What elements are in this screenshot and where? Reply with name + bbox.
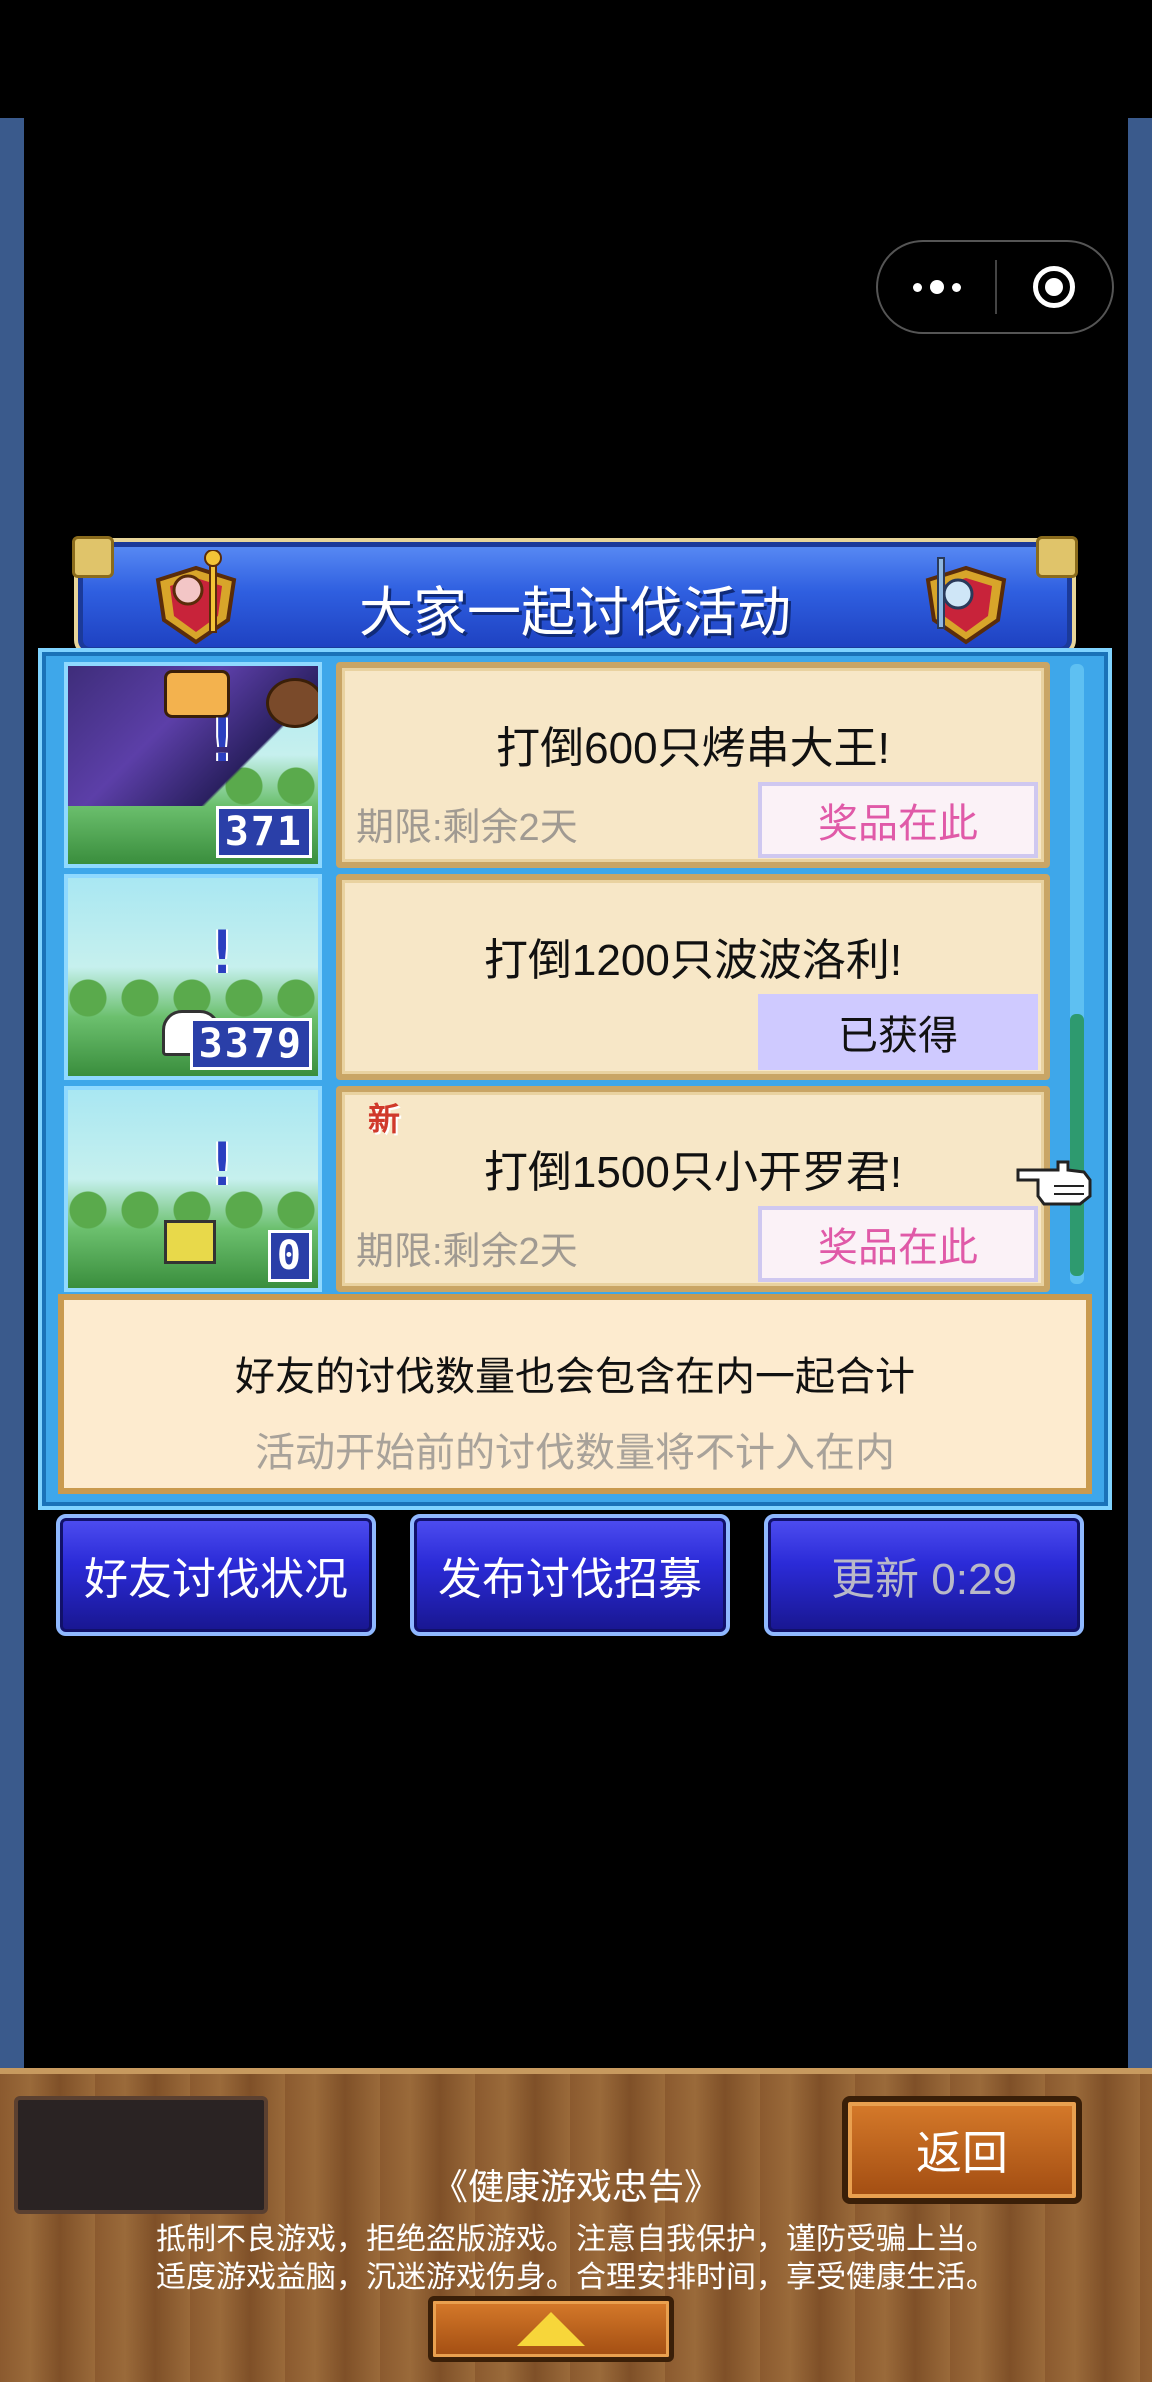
new-badge: 新 bbox=[368, 1101, 401, 1137]
alert-marker: ! bbox=[204, 918, 241, 988]
more-dots-icon[interactable] bbox=[878, 242, 995, 332]
mission-row: ! 0 新 打倒1500只小开罗君! 期限:剩余2天 奖品在此 bbox=[64, 1086, 1096, 1292]
left-border bbox=[0, 118, 24, 2068]
recruit-button[interactable]: 发布讨伐招募 bbox=[410, 1514, 730, 1636]
mission-thumbnail: ! 0 bbox=[64, 1086, 322, 1292]
refresh-button[interactable]: 更新 0:29 bbox=[764, 1514, 1084, 1636]
footer-bar: 返回 《健康游戏忠告》 抵制不良游戏，拒绝盗版游戏。注意自我保护，谨防受骗上当。… bbox=[0, 2068, 1152, 2382]
mission-thumbnail: ! 3379 bbox=[64, 874, 322, 1080]
up-arrow-button[interactable] bbox=[428, 2296, 674, 2362]
kill-count: 371 bbox=[215, 806, 312, 858]
mission-row: ! 371 打倒600只烤串大王! 期限:剩余2天 奖品在此 bbox=[64, 662, 1096, 868]
mission-panel: ! 371 打倒600只烤串大王! 期限:剩余2天 奖品在此 ! 3379 打倒… bbox=[38, 648, 1112, 1510]
mission-title: 打倒1500只小开罗君! bbox=[483, 1148, 903, 1197]
info-line-friends: 好友的讨伐数量也会包含在内一起合计 bbox=[235, 1355, 915, 1399]
scrollbar-thumb[interactable] bbox=[1070, 1014, 1084, 1276]
mission-deadline: 期限:剩余2天 bbox=[356, 1231, 578, 1273]
claim-reward-button[interactable]: 奖品在此 bbox=[758, 782, 1038, 858]
up-arrow-icon bbox=[517, 2312, 585, 2346]
health-advice-title: 《健康游戏忠告》 bbox=[431, 2166, 720, 2207]
mission-deadline: 期限:剩余2天 bbox=[356, 807, 578, 849]
meat-skewer-sprite bbox=[266, 678, 318, 728]
mission-row: ! 3379 打倒1200只波波洛利! 已获得 bbox=[64, 874, 1096, 1080]
kairo-kun-sprite bbox=[164, 1220, 216, 1264]
kill-count: 3379 bbox=[189, 1018, 312, 1070]
info-box: 好友的讨伐数量也会包含在内一起合计 活动开始前的讨伐数量将不计入在内 bbox=[58, 1294, 1092, 1494]
event-title-banner: 大家一起讨伐活动 bbox=[72, 536, 1078, 656]
mission-card: 打倒600只烤串大王! 期限:剩余2天 奖品在此 bbox=[336, 662, 1050, 868]
mission-title: 打倒600只烤串大王! bbox=[496, 724, 890, 773]
info-line-note: 活动开始前的讨伐数量将不计入在内 bbox=[255, 1431, 895, 1475]
mission-card: 打倒1200只波波洛利! 已获得 bbox=[336, 874, 1050, 1080]
alert-marker: ! bbox=[204, 1130, 241, 1200]
hand-pointer-icon bbox=[1016, 1160, 1092, 1206]
mission-card: 新 打倒1500只小开罗君! 期限:剩余2天 奖品在此 bbox=[336, 1086, 1050, 1292]
health-advice-line: 适度游戏益脑，沉迷游戏伤身。合理安排时间，享受健康生活。 bbox=[156, 2261, 996, 2294]
shield-emblem-icon bbox=[925, 557, 1007, 645]
right-border bbox=[1128, 118, 1152, 2068]
reward-obtained-badge: 已获得 bbox=[758, 994, 1038, 1070]
friend-status-button[interactable]: 好友讨伐状况 bbox=[56, 1514, 376, 1636]
target-close-icon[interactable] bbox=[997, 242, 1112, 332]
mission-thumbnail: ! 371 bbox=[64, 662, 322, 868]
mission-title: 打倒1200只波波洛利! bbox=[483, 936, 903, 985]
claim-reward-button[interactable]: 奖品在此 bbox=[758, 1206, 1038, 1282]
kill-count: 0 bbox=[267, 1230, 312, 1282]
alert-marker: ! bbox=[204, 706, 241, 776]
mini-program-capsule bbox=[876, 240, 1114, 334]
